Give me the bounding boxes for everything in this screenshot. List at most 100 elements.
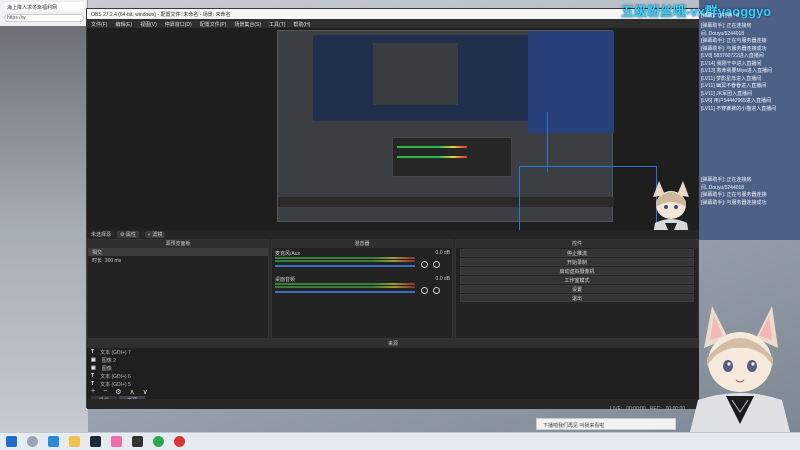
rec-label: REC:	[649, 406, 662, 412]
desktop-meter-2	[275, 286, 415, 288]
menu-docks[interactable]: 停靠窗口(D)	[165, 21, 192, 28]
gear-icon[interactable]: ⚙	[115, 388, 121, 396]
duration-value[interactable]: 300 ms	[105, 258, 121, 264]
app-icon[interactable]	[111, 436, 122, 447]
speaker-icon[interactable]	[421, 261, 428, 268]
menu-edit[interactable]: 编辑(E)	[115, 21, 132, 28]
text-source-icon: T	[91, 373, 95, 379]
live-label: LIVE:	[610, 406, 623, 412]
chat-message: [弹幕助手]: 正在与服务器连接	[701, 38, 767, 44]
browser-page-image	[0, 26, 88, 432]
chat-message: [弹幕助手]: 正在连接房	[701, 23, 752, 29]
menu-tools[interactable]: 工具(T)	[269, 21, 285, 28]
duration-label: 时长	[92, 258, 103, 264]
browser-window[interactable]: 海上降人求冬幸福利网 https://w	[0, 0, 88, 432]
image-source-icon: ▣	[91, 365, 96, 371]
mic-db: 0.0 dB	[435, 250, 450, 256]
edge-icon[interactable]	[48, 436, 59, 447]
studio-mode-button[interactable]: 工作室模式	[460, 276, 694, 284]
chat-message: [LV6] 用户54442965进入直播间	[701, 98, 771, 104]
menu-scene-collection[interactable]: 场景集合(S)	[234, 21, 261, 28]
no-source-label: 未选择源	[91, 232, 112, 238]
mixer-title: 混音器	[272, 240, 452, 248]
steam-icon[interactable]	[90, 436, 101, 447]
mic-meter-2	[275, 260, 415, 262]
settings-button[interactable]: 设置	[460, 285, 694, 293]
start-recording-button[interactable]: 开始录制	[460, 258, 694, 266]
source-item[interactable]: ▣ 图像 2	[87, 356, 699, 364]
mixer-channel-mic: 麦克风/Aux 0.0 dB	[275, 250, 450, 272]
browser-icon[interactable]	[153, 436, 164, 447]
chat-message: [弹幕助手]: 正在与服务器连接	[701, 192, 767, 198]
filters-label: 滤镜	[152, 232, 163, 238]
chat-message: [LV11] JK军团入直播间	[701, 90, 752, 97]
notification-toast[interactable]: 下播啦我们再见 叫我来看啦	[536, 418, 676, 430]
nested-inner-window-2	[373, 43, 458, 105]
move-down-icon[interactable]: ∨	[143, 388, 148, 396]
transition-panel-title: 源预览面板	[88, 240, 268, 248]
source-item[interactable]: T 文本 (GDI+) 7	[87, 348, 699, 356]
menu-file[interactable]: 文件(F)	[91, 21, 107, 28]
transition-row[interactable]: 相交	[88, 248, 268, 256]
folder-icon[interactable]	[69, 436, 80, 447]
desktop-volume-slider[interactable]	[275, 291, 415, 293]
nested-mixer	[392, 137, 512, 177]
sources-panel: 来源 T 文本 (GDI+) 7 ▣ 图像 2 ▣ 图像 T 文本 (GDI+) 6 T…	[87, 339, 699, 405]
stop-streaming-button[interactable]: 停止推流	[460, 249, 694, 257]
mic-volume-slider[interactable]	[275, 265, 415, 267]
start-icon[interactable]	[6, 436, 17, 447]
sources-toolbar: + − ⚙ ∧ ∨	[87, 388, 699, 396]
source-item[interactable]: ▣ 图像	[87, 364, 699, 372]
duration-row[interactable]: 时长 300 ms	[88, 256, 268, 264]
transition-panel: 源预览面板 相交 时长 300 ms	[87, 239, 269, 339]
source-toolbar: 未选择源 ⚙ 属性 ◐ 滤镜	[87, 230, 699, 239]
speaker-icon[interactable]	[421, 287, 428, 294]
menu-help[interactable]: 帮助(H)	[293, 21, 310, 28]
windows-taskbar	[0, 432, 800, 450]
gear-icon[interactable]	[433, 287, 440, 294]
danmaku-chat-panel: 五级粉丝哦-vx群yaoggyo [弹幕] : 0 礼物 : 0 [弹幕助手]:…	[621, 0, 800, 240]
desktop-db: 0.0 dB	[435, 276, 450, 282]
search-icon[interactable]	[27, 436, 38, 447]
move-up-icon[interactable]: ∧	[129, 388, 134, 396]
source-name: 文本 (GDI+) 6	[100, 374, 131, 380]
preview-canvas[interactable]	[87, 28, 699, 252]
properties-button[interactable]: ⚙ 属性	[117, 231, 139, 238]
source-item[interactable]: T 文本 (GDI+) 6	[87, 372, 699, 380]
recorder-icon[interactable]	[174, 436, 185, 447]
desktop-meter	[275, 283, 415, 285]
source-name: 文本 (GDI+) 7	[100, 350, 131, 356]
filters-button[interactable]: ◐ 滤镜	[144, 231, 166, 238]
chat-message: 间..Douyu/5244018	[701, 30, 745, 37]
chat-message: [LV13] 救命我要Miya进入直播间	[701, 68, 773, 74]
obs-menubar: 文件(F) 编辑(E) 视图(V) 停靠窗口(D) 配置文件(P) 场景集合(S…	[87, 19, 699, 28]
menu-view[interactable]: 视图(V)	[140, 21, 157, 28]
chat-message: [弹幕助手]: 与服务器连接成功	[701, 199, 767, 206]
browser-address-bar[interactable]: https://w	[4, 14, 84, 22]
source-name: 图像	[101, 366, 112, 372]
dock-panels: 源预览面板 相交 时长 300 ms 混音器 麦克风/Aux 0.0 dB 桌面音…	[87, 239, 699, 339]
chat-message: [弹幕助手]: 正在连接房	[701, 177, 752, 183]
source-name: 文本 (GDI+) 5	[100, 382, 131, 388]
chat-message-list: [弹幕助手]: 正在连接房 间..Douyu/5244018 [弹幕助手]: 正…	[701, 22, 799, 112]
mic-meter	[275, 257, 415, 259]
chat-message: [弹幕助手]: 与服务器连接成功	[701, 45, 767, 52]
obs-window[interactable]: OBS 27.2.4 (64-bit, windows) - 配置文件: 未命名…	[86, 8, 699, 409]
add-icon[interactable]: +	[91, 388, 95, 396]
source-name: 图像 2	[101, 358, 116, 364]
chat-message: [LV11] 梦影星烁进入直播间	[701, 75, 762, 82]
image-source-icon: ▣	[91, 357, 96, 363]
obs-titlebar: OBS 27.2.4 (64-bit, windows) - 配置文件: 未命名…	[87, 9, 699, 19]
exit-button[interactable]: 退出	[460, 294, 694, 302]
source-item[interactable]: T 文本 (GDI+) 5	[87, 380, 699, 388]
virtual-camera-button[interactable]: 启动虚拟摄像机	[460, 267, 694, 275]
gear-icon[interactable]	[433, 261, 440, 268]
remove-icon[interactable]: −	[103, 388, 107, 396]
browser-tab[interactable]: 海上降人求冬幸福利网	[4, 2, 84, 11]
nested-chat-overlay	[528, 31, 614, 133]
controls-title: 控件	[456, 240, 698, 248]
obs-taskbar-icon[interactable]	[132, 436, 143, 447]
menu-profile[interactable]: 配置文件(P)	[200, 21, 227, 28]
audio-mixer-panel: 混音器 麦克风/Aux 0.0 dB 桌面音频 0.0 dB	[271, 239, 453, 339]
properties-label: 属性	[125, 232, 136, 238]
